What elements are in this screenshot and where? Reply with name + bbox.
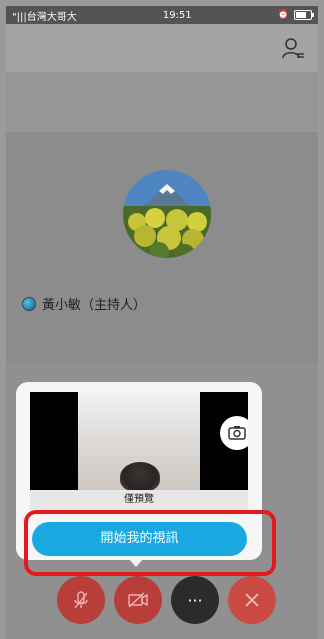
status-bar: "|||台灣大哥大 19:51 ⏰ <box>6 6 318 24</box>
camera-feed <box>78 392 200 492</box>
status-time: 19:51 <box>162 9 192 21</box>
participant-row: 黃小敏（主持人） <box>22 294 146 313</box>
mute-button[interactable] <box>57 576 105 624</box>
top-bar <box>6 24 318 72</box>
preview-face <box>120 462 160 492</box>
highlight-box <box>24 510 276 576</box>
status-icons: ⏰ <box>277 10 314 20</box>
close-icon <box>245 593 259 607</box>
camera-switch-icon <box>228 426 246 440</box>
participant-name: 黃小敏（主持人） <box>42 298 147 313</box>
more-button[interactable]: ··· <box>171 576 219 624</box>
switch-camera-button[interactable] <box>220 416 248 450</box>
leave-button[interactable] <box>228 576 276 624</box>
participants-button[interactable] <box>280 36 306 62</box>
profile-list-icon <box>282 38 304 59</box>
participant-avatar <box>123 170 211 258</box>
preview-label: 僅預覽 <box>30 490 248 510</box>
mic-off-icon <box>74 591 88 609</box>
alarm-icon: ⏰ <box>277 10 289 20</box>
video-off-icon <box>128 592 148 608</box>
status-carrier: "|||台灣大哥大 <box>12 11 77 23</box>
more-icon: ··· <box>187 590 203 610</box>
video-toggle-button[interactable] <box>114 576 162 624</box>
status-globe-icon <box>22 296 36 311</box>
battery-icon <box>293 10 314 20</box>
video-preview: 僅預覽 <box>30 392 248 510</box>
